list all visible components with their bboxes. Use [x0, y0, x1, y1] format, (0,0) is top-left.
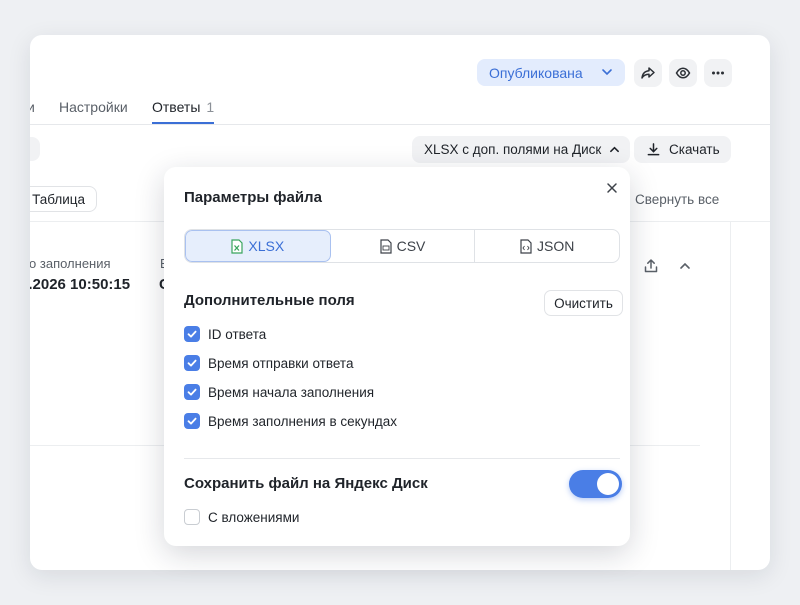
- checkbox-unchecked[interactable]: [184, 509, 200, 525]
- chevron-down-icon: [602, 69, 612, 76]
- popup-title: Параметры файла: [184, 189, 322, 206]
- field-label: Время начала заполнения: [208, 384, 375, 400]
- tab-responses-label: Ответы: [152, 99, 201, 115]
- export-format-label: XLSX с доп. полями на Диск: [424, 142, 602, 157]
- checkmark-icon: [187, 330, 197, 338]
- xlsx-file-icon: [231, 238, 244, 254]
- json-file-icon: [520, 238, 532, 254]
- chevron-up-icon: [610, 146, 619, 153]
- field-label: ID ответа: [208, 326, 267, 342]
- eye-icon: [675, 67, 691, 79]
- download-button[interactable]: Скачать: [634, 136, 731, 163]
- format-option-xlsx[interactable]: XLSX: [185, 230, 331, 262]
- download-icon: [647, 143, 660, 156]
- file-params-popup: Параметры файла XLSX CSV JSON Дополнител…: [164, 167, 630, 546]
- extra-fields-title: Дополнительные поля: [184, 292, 355, 309]
- tab-partial[interactable]: и: [30, 99, 35, 115]
- table-view-button[interactable]: Таблица: [30, 186, 97, 212]
- close-icon[interactable]: [604, 180, 620, 196]
- publish-status-select[interactable]: Опубликована: [477, 59, 625, 86]
- checkbox-checked[interactable]: [184, 384, 200, 400]
- format-option-label: XLSX: [248, 238, 285, 254]
- attachments-label: С вложениями: [208, 509, 300, 525]
- tab-responses[interactable]: Ответы 1: [152, 99, 214, 115]
- clear-button[interactable]: Очистить: [544, 290, 623, 316]
- tab-responses-count: 1: [206, 99, 215, 115]
- publish-status-label: Опубликована: [489, 64, 583, 81]
- field-label: Время отправки ответа: [208, 355, 354, 371]
- field-checkbox-row[interactable]: Время заполнения в секундах: [184, 413, 397, 429]
- field-checkbox-row[interactable]: Время начала заполнения: [184, 384, 374, 400]
- response-field-value: 3.2026 10:50:15: [30, 276, 131, 293]
- checkmark-icon: [187, 359, 197, 367]
- clear-label: Очистить: [554, 295, 613, 311]
- format-option-label: JSON: [537, 238, 575, 254]
- checkmark-icon: [187, 388, 197, 396]
- toggle-knob: [597, 473, 619, 495]
- tab-settings[interactable]: Настройки: [59, 99, 128, 115]
- field-label: Время заполнения в секундах: [208, 413, 398, 429]
- field-checkbox-row[interactable]: Время отправки ответа: [184, 355, 353, 371]
- attachments-checkbox-row[interactable]: С вложениями: [184, 509, 299, 525]
- divider: [184, 458, 620, 459]
- chevron-up-icon[interactable]: [678, 259, 692, 273]
- more-button[interactable]: [704, 59, 732, 87]
- share-button[interactable]: [634, 59, 662, 87]
- response-field-label: по заполнения: [30, 256, 111, 271]
- field-checkbox-row[interactable]: ID ответа: [184, 326, 266, 342]
- format-option-csv[interactable]: CSV: [331, 230, 476, 262]
- checkbox-checked[interactable]: [184, 355, 200, 371]
- filter-pill[interactable]: [30, 137, 40, 161]
- preview-button[interactable]: [669, 59, 697, 87]
- export-format-button[interactable]: XLSX с доп. полями на Диск: [412, 136, 630, 163]
- more-dots-icon: [712, 71, 724, 75]
- checkbox-checked[interactable]: [184, 326, 200, 342]
- divider: [730, 221, 731, 570]
- csv-file-icon: [380, 238, 392, 254]
- share-icon: [641, 67, 655, 79]
- checkbox-checked[interactable]: [184, 413, 200, 429]
- upload-icon[interactable]: [642, 257, 660, 275]
- format-option-label: CSV: [396, 238, 426, 254]
- format-segmented-control: XLSX CSV JSON: [184, 229, 620, 263]
- active-tab-indicator: [152, 122, 214, 124]
- download-label: Скачать: [669, 142, 720, 157]
- checkmark-icon: [187, 417, 197, 425]
- save-to-disk-toggle[interactable]: [569, 470, 622, 498]
- save-to-disk-label: Сохранить файл на Яндекс Диск: [184, 475, 428, 492]
- format-option-json[interactable]: JSON: [475, 230, 619, 262]
- collapse-all-link[interactable]: Свернуть все: [635, 192, 719, 207]
- tabs-bar: и Настройки Ответы 1: [30, 98, 770, 125]
- table-view-label: Таблица: [32, 191, 85, 207]
